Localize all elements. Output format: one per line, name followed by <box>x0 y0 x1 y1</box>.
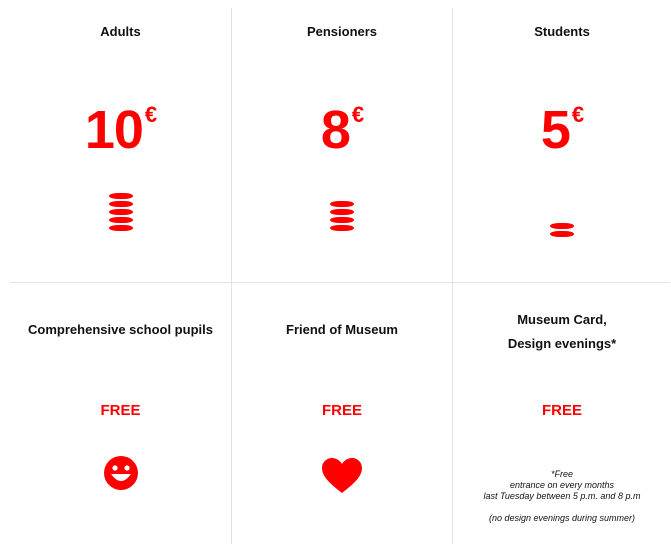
heart-icon <box>321 458 363 499</box>
price-amount: 5€ <box>453 100 671 171</box>
free-card-museum-card: Museum Card, Design evenings* FREE *Free… <box>453 283 671 549</box>
footnote-line: *Free <box>550 469 573 479</box>
category-title: Pensioners <box>306 24 378 39</box>
footnote-line: entrance on every months <box>509 480 615 490</box>
currency-symbol: € <box>571 102 584 127</box>
coin-stack-icon <box>108 193 133 233</box>
price-card-students: Students 5€ <box>453 0 671 282</box>
category-title: Comprehensive school pupils <box>28 322 213 337</box>
footnote-line: last Tuesday between 5 p.m. and 8 p.m <box>483 491 641 501</box>
free-card-school-pupils: Comprehensive school pupils FREE <box>10 283 231 549</box>
price-value: 8 <box>320 100 351 160</box>
price-amount: 10€ <box>10 100 231 171</box>
price-value: 10 <box>84 100 144 160</box>
coin-stack-icon <box>550 223 574 239</box>
currency-symbol: € <box>144 102 157 127</box>
free-card-friend-of-museum: Friend of Museum FREE <box>232 283 452 549</box>
free-label: FREE <box>321 402 362 419</box>
category-title: Friend of Museum <box>286 322 398 337</box>
currency-symbol: € <box>351 102 364 127</box>
category-title: Adults <box>100 24 141 39</box>
category-title-line-1: Museum Card, <box>517 312 607 327</box>
free-label: FREE <box>100 402 141 419</box>
category-title-line-2: Design evenings* <box>507 336 617 351</box>
free-label: FREE <box>541 402 582 419</box>
price-card-adults: Adults 10€ <box>10 0 231 282</box>
coin-stack-icon <box>330 201 354 233</box>
category-title: Museum Card, Design evenings* <box>453 308 671 356</box>
category-title: Students <box>534 24 590 39</box>
smiley-icon <box>103 455 139 496</box>
price-value: 5 <box>540 100 571 160</box>
footnote: *Free entrance on every months last Tues… <box>453 469 671 524</box>
footnote-line: (no design evenings during summer) <box>488 513 636 523</box>
price-card-pensioners: Pensioners 8€ <box>232 0 452 282</box>
price-amount: 8€ <box>232 100 452 171</box>
ticket-price-grid: Adults 10€ Pensioners 8€ Students 5€ Com… <box>0 0 671 549</box>
